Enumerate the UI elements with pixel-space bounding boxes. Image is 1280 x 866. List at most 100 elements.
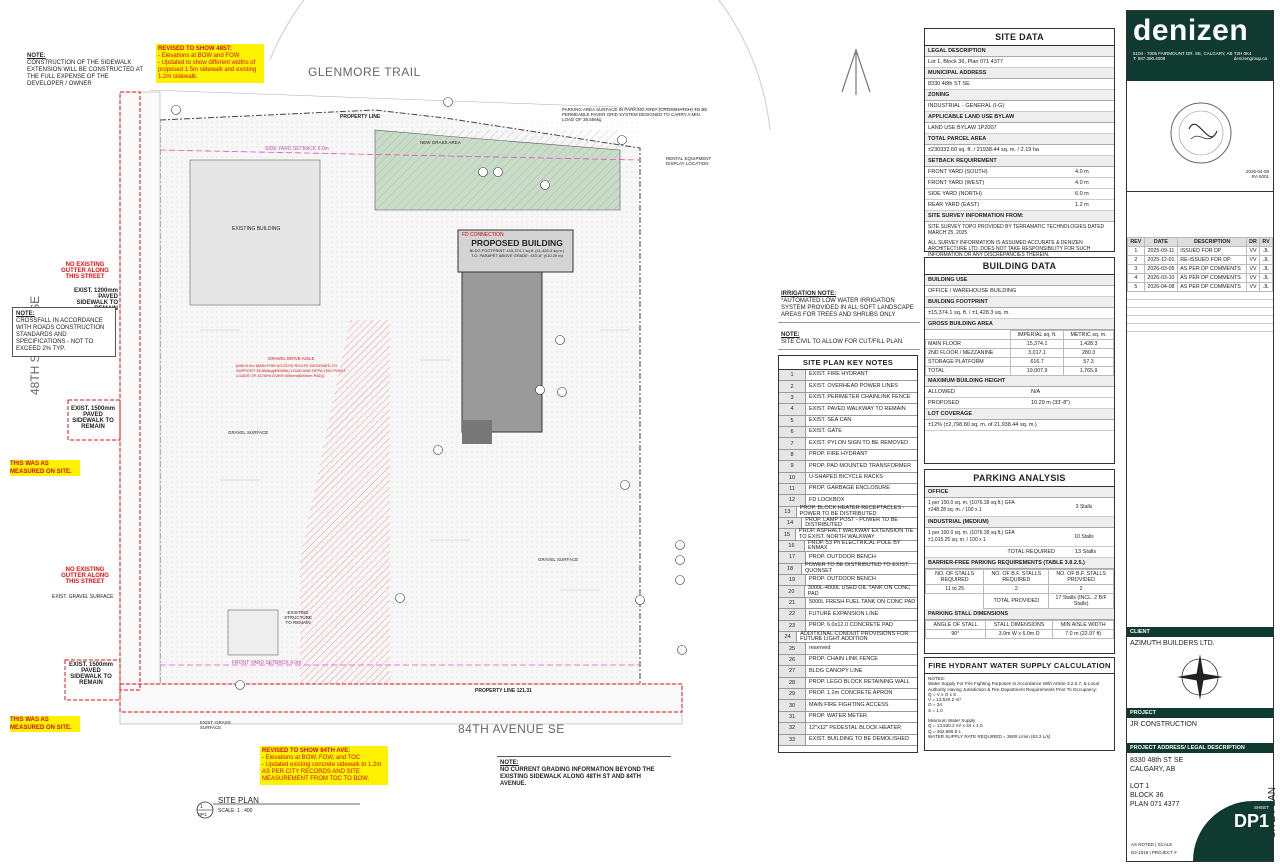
bf-val-1: 11 to 25: [924, 584, 985, 594]
bf-table: NO. OF STALLS REQUIRED NO. OF B.F. STALLS…: [924, 569, 1114, 609]
industrial-rule: 1 per 100.0 sq. m. (1076.39 sq.ft.) GFA: [928, 530, 1015, 536]
key-note-number: 25: [779, 643, 806, 654]
key-note-row: 26 PROP. CHAIN LINK FENCE: [779, 654, 917, 667]
key-note-row: 29 PROP. 1.2m CONCRETE APRON: [779, 688, 917, 701]
revision-header-cell: DATE: [1143, 237, 1179, 247]
key-note-row: 20 3000L-4000L USED OIL TANK ON CONC PAD: [779, 585, 917, 598]
setback-row: FRONT YARD (WEST) 4.0 m: [925, 178, 1114, 189]
dim-col-3: MIN AISLE WIDTH: [1052, 620, 1114, 630]
gross-area-row: MAIN FLOOR 15,374.1 1,428.3: [924, 339, 1114, 349]
legal-lot: LOT 1: [1130, 783, 1150, 790]
key-note-text: EXIST. OVERHEAD POWER LINES: [809, 382, 898, 389]
revisions-section: REV DATE DESCRIPTION DR RV 1 2025-09-11 ISSUED…: [1127, 237, 1273, 332]
key-note-text: U-SHAPED BICYCLE RACKS: [809, 473, 883, 480]
key-note-text: ADDITIONAL CONDUIT PROVISIONS FOR FUTURE…: [800, 630, 909, 643]
rental-equipment-label: RENTAL EQUIPMENT DISPLAY LOCATION: [666, 156, 712, 166]
revision-cell: AS PER DP COMMENTS: [1177, 273, 1247, 283]
key-note-text: EXIST. FIRE HYDRANT: [809, 371, 868, 378]
key-note-number: 32: [779, 723, 806, 734]
height-allowed: ALLOWED N/A: [925, 387, 1114, 398]
revision-header-cell: REV: [1127, 237, 1145, 247]
key-note-number: 28: [779, 677, 806, 688]
revision-row: 2 2025-12-01 RE-ISSUED FOR DP VV JL: [1127, 255, 1273, 265]
brand-phone: T: 587.390.4008: [1133, 56, 1166, 61]
plan-number-top: 1: [200, 804, 203, 810]
revision-header-cell: DR: [1245, 237, 1261, 247]
key-note-text: PROP. 6.0x12.0 CONCRETE PAD: [809, 622, 893, 629]
revision-cell: 2: [1127, 255, 1145, 265]
key-note-number: 33: [779, 734, 806, 745]
gross-area-cell: 15,374.1: [1010, 339, 1065, 349]
building-use-heading: BUILDING USE: [925, 275, 1114, 286]
key-note-row: 3 EXIST. PERIMETER CHAINLINK FENCE: [779, 392, 917, 405]
street-label-top: GLENMORE TRAIL: [308, 65, 421, 79]
height-proposed: PROPOSED 10.29 m (33'-8"): [925, 398, 1114, 409]
key-note-row: 18 POWER TO BE DISTRIBUTED TO EXIST. QUON…: [779, 563, 917, 576]
height-heading: MAXIMUM BUILDING HEIGHT: [925, 376, 1114, 387]
revision-cell: 2025-09-11: [1143, 246, 1179, 256]
key-note-number: 7: [779, 438, 806, 449]
dim-val-1: 90°: [925, 629, 986, 639]
client-section: CLIENT AZIMUTH BUILDERS LTD.: [1127, 627, 1273, 710]
setback-row: SIDE YARD (NORTH) 6.0 m: [925, 189, 1114, 200]
key-note-number: 31: [779, 711, 806, 723]
col-imperial: IMPERIAL sq. ft.: [1010, 330, 1065, 340]
key-note-text: MAIN FIRE FIGHTING ACCESS: [809, 701, 889, 708]
exist-grass-label: EXIST. GRASS SURFACE: [200, 720, 231, 730]
municipal-value: 8330 48th ST SE: [925, 79, 1114, 90]
key-note-text: PROP. 53 Ph ELECTRICAL POLE BY ENMAX: [807, 539, 901, 552]
key-note-number: 12: [779, 495, 806, 506]
zoning-text: INDUSTRIAL - GENERAL (I-G): [928, 103, 1005, 109]
measured-note-2: THIS WAS AS MEASURED ON SITE.: [10, 716, 80, 732]
key-note-text: PROP. OUTDOOR BENCH: [809, 553, 876, 560]
drawing-sheet: GLENMORE TRAIL 48TH STREET SE 84TH AVENU…: [0, 0, 1280, 866]
plan-scale: SCALE: 1 : 400: [218, 808, 253, 814]
gross-area-cell: 1,428.3: [1063, 339, 1114, 349]
key-note-row: 31 PROP. WATER METER: [779, 711, 917, 724]
revision-cell: 5: [1127, 282, 1145, 292]
revised-84ave-line-1: - Elevations at BOW, FOW, and TOC: [262, 755, 361, 761]
building-parapet-label: T.O. PARAPET ABOVE GRADE: ±33'-8" (±10.2…: [471, 253, 563, 258]
key-note-number: 6: [779, 426, 806, 438]
note-crossfall: NOTE: CROSSFALL IN ACCORDANCE WITH ROADS…: [12, 307, 116, 357]
no-gutter-note-2: NO EXISTING GUTTER ALONG THIS STREET: [61, 567, 109, 585]
address-heading: PROJECT ADDRESS/ LEGAL DESCRIPTION: [1127, 743, 1273, 753]
revision-cell: JL: [1259, 282, 1273, 292]
sidewalk-note-2: EXIST. 1500mm PAVED SIDEWALK TO REMAIN: [70, 406, 116, 430]
parcel-heading: TOTAL PARCEL AREA: [925, 134, 1114, 145]
revision-cell: 2026-04-08: [1143, 282, 1179, 292]
total-required-row: TOTAL REQUIRED 13 Stalls: [925, 547, 1114, 558]
gravel-surface-label: GRAVEL SURFACE: [228, 430, 269, 435]
revised-48st-note: REVISED TO SHOW 48ST: - Elevations at BO…: [156, 44, 264, 83]
side-setback-label: SIDE YARD SETBACK 6.0m: [265, 146, 329, 152]
stamp-area: 2026-04-08 RA 5001: [1127, 81, 1273, 192]
sidewalk-note-3: EXIST. 1500mm PAVED SIDEWALK TO REMAIN: [68, 662, 114, 686]
office-heading: OFFICE: [925, 487, 1114, 498]
bf-val-2: 2: [983, 584, 1050, 594]
total-required-value: 13 Stalls: [1075, 549, 1097, 555]
revised-84ave-line-2: - Updated existing concrete sidewalk to …: [262, 762, 382, 782]
key-note-number: 26: [779, 654, 806, 666]
revised-48st-line-1: - Elevations at BOW and FOW: [158, 53, 240, 59]
key-note-number: 16: [779, 540, 805, 552]
no-gutter-note-1: NO EXISTING GUTTER ALONG THIS STREET: [61, 262, 109, 280]
gravel-drive-label: GRAVEL DRIVE AISLE: [268, 356, 315, 361]
office-row: 1 per 100.0 sq. m. (1076.39 sq.ft.) GFA ±…: [925, 498, 1114, 517]
revision-row: 4 2026-03-10 AS PER DP COMMENTS VV JL: [1127, 273, 1273, 283]
setback-value: 4.0 m: [1075, 169, 1089, 175]
key-note-text: PROP. CHAIN LINK FENCE: [809, 656, 878, 663]
key-note-text: PROP. PAD MOUNTED TRANSFORMER: [809, 462, 912, 469]
revision-cell: VV: [1245, 246, 1261, 256]
key-notes-title: SITE PLAN KEY NOTES: [779, 356, 917, 370]
key-note-row: 16 PROP. 53 Ph ELECTRICAL POLE BY ENMAX: [779, 539, 917, 553]
gross-area-cell: 1,765.9: [1063, 366, 1114, 376]
parking-panel: PARKING ANALYSIS OFFICE 1 per 100.0 sq. …: [924, 469, 1115, 654]
key-note-number: 20: [779, 586, 805, 597]
municipal-text: 8330 48th ST SE: [928, 81, 970, 87]
revision-cell: RE-ISSUED FOR DP: [1177, 255, 1247, 265]
setback-label: REAR YARD (EAST): [928, 202, 980, 208]
key-note-row: 30 MAIN FIRE FIGHTING ACCESS: [779, 700, 917, 712]
key-note-number: 21: [779, 597, 806, 609]
hydrant-calc-line: WATER SUPPLY RATE REQUIRED = 3600 L/min …: [928, 733, 1051, 739]
key-note-row: 28 PROP. LEGO BLOCK RETAINING WALL: [779, 677, 917, 689]
